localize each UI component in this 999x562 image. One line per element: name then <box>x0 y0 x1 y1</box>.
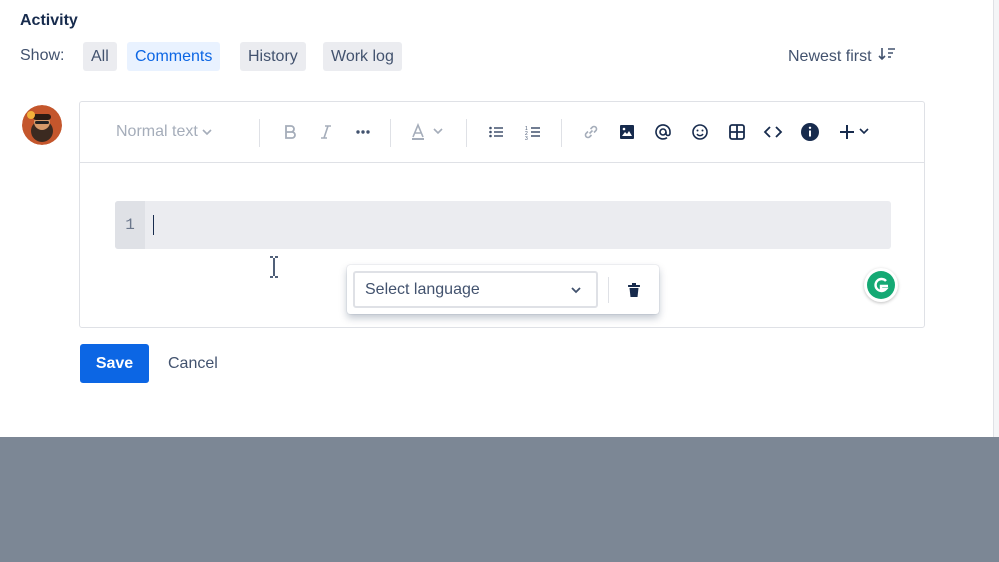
sort-label: Newest first <box>788 47 872 65</box>
ibeam-cursor-icon <box>267 256 281 278</box>
editor-toolbar: Normal text 123 <box>80 102 924 163</box>
text-color-icon[interactable] <box>409 120 447 144</box>
cancel-button[interactable]: Cancel <box>160 344 226 383</box>
image-icon[interactable] <box>616 120 638 144</box>
show-label: Show: <box>20 47 65 64</box>
activity-panel: Activity Show: All Comments History Work… <box>0 0 999 437</box>
italic-icon[interactable] <box>316 120 336 144</box>
svg-text:3: 3 <box>525 136 528 140</box>
text-cursor <box>153 215 154 235</box>
delete-code-block-button[interactable] <box>623 279 645 301</box>
filter-all[interactable]: All <box>83 42 117 71</box>
trash-icon <box>628 283 640 297</box>
grammarly-badge <box>867 271 895 299</box>
bold-icon[interactable] <box>280 120 300 144</box>
chevron-down-icon <box>202 129 212 136</box>
toolbar-divider <box>561 119 562 147</box>
sort-button[interactable]: Newest first <box>788 46 896 67</box>
text-style-dropdown[interactable]: Normal text <box>116 120 213 144</box>
chevron-down-icon <box>571 287 581 294</box>
activity-title: Activity <box>20 12 78 29</box>
page-backdrop <box>0 437 999 562</box>
toolbar-divider <box>259 119 260 147</box>
save-button[interactable]: Save <box>80 344 149 383</box>
toolbar-divider <box>390 119 391 147</box>
bullet-list-icon[interactable] <box>486 120 506 144</box>
more-formatting-icon[interactable] <box>353 120 373 144</box>
emoji-icon[interactable] <box>689 120 711 144</box>
avatar <box>22 105 62 145</box>
code-block[interactable]: 1 <box>115 201 891 249</box>
filter-work-log[interactable]: Work log <box>323 42 402 71</box>
mention-icon[interactable] <box>652 120 674 144</box>
language-select-value: Select language <box>365 280 480 298</box>
info-icon[interactable] <box>799 120 821 144</box>
language-select[interactable]: Select language <box>353 271 598 308</box>
sort-order-icon <box>878 46 896 67</box>
line-number: 1 <box>115 201 145 249</box>
code-language-popup: Select language <box>347 265 659 314</box>
text-style-label: Normal text <box>116 123 198 140</box>
scrollbar[interactable] <box>993 0 999 437</box>
link-icon[interactable] <box>580 120 602 144</box>
code-icon[interactable] <box>762 120 784 144</box>
filter-history[interactable]: History <box>240 42 306 71</box>
popup-divider <box>608 277 609 303</box>
table-icon[interactable] <box>726 120 748 144</box>
grammarly-icon[interactable] <box>864 268 898 302</box>
toolbar-divider <box>466 119 467 147</box>
numbered-list-icon[interactable]: 123 <box>523 120 543 144</box>
insert-plus-icon[interactable] <box>837 120 875 144</box>
filter-comments[interactable]: Comments <box>127 42 221 71</box>
